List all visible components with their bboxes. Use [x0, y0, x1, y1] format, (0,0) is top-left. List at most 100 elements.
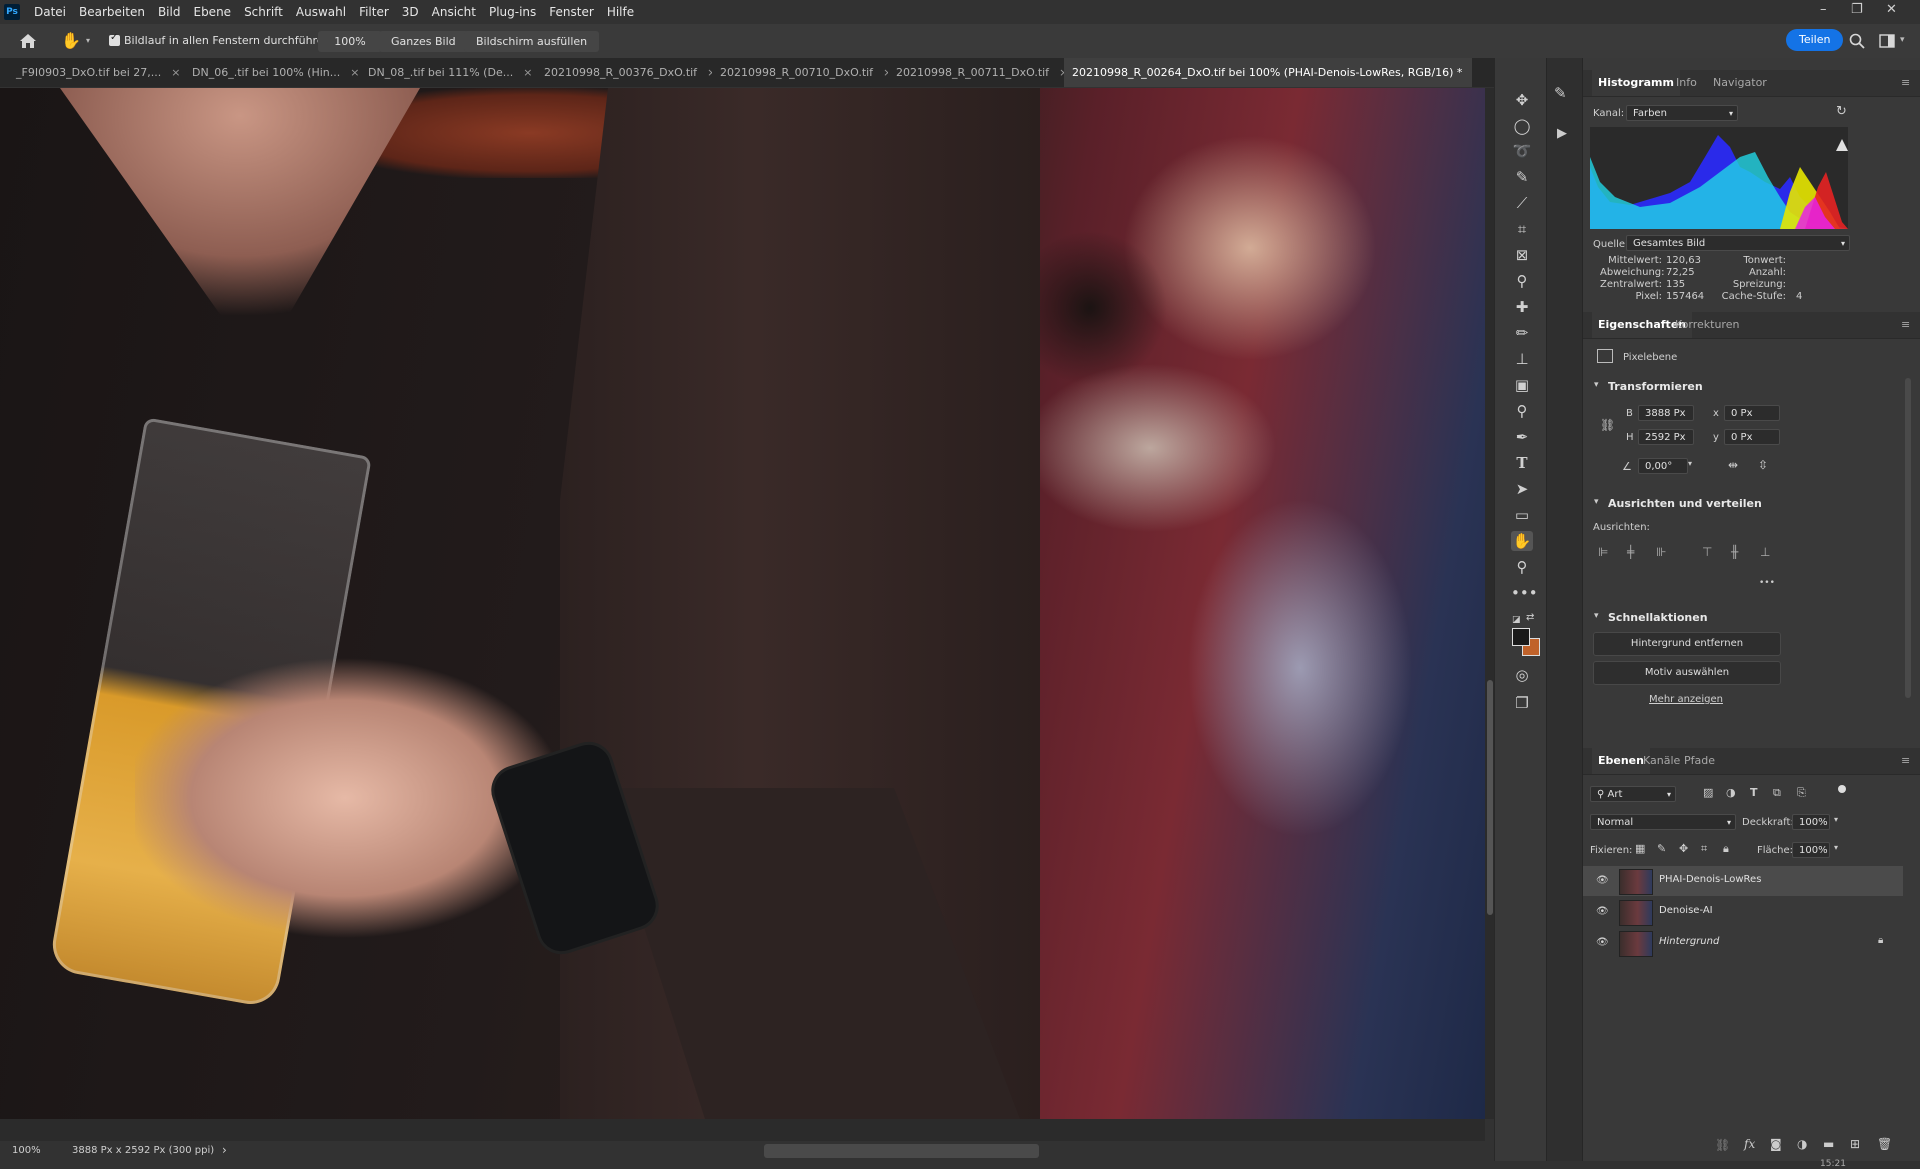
new-group-icon[interactable]: ▬ — [1823, 1137, 1834, 1151]
type-tool-icon[interactable]: T — [1511, 453, 1533, 473]
tab-korrekturen[interactable]: Korrekturen — [1675, 312, 1739, 338]
ellipse-marquee-tool-icon[interactable]: ◯ — [1511, 116, 1533, 136]
tab-document-6[interactable]: 20210998_R_00711_DxO.tif × — [888, 58, 1064, 87]
frame-tool-icon[interactable]: ⊠ — [1511, 245, 1533, 265]
foreground-color-swatch[interactable] — [1512, 628, 1530, 646]
panel-menu-icon[interactable]: ≡ — [1901, 748, 1910, 774]
restore-button[interactable]: ❐ — [1851, 2, 1863, 17]
opacity-field[interactable]: 100% — [1792, 814, 1830, 830]
filter-adjustment-icon[interactable]: ◑ — [1726, 786, 1736, 799]
menu-fenster[interactable]: Fenster — [549, 5, 594, 19]
brush-tool-icon[interactable]: ✏ — [1511, 323, 1533, 343]
lock-artboard-icon[interactable]: ⌗ — [1701, 842, 1707, 856]
screen-mode-icon[interactable]: ❐ — [1511, 693, 1533, 713]
horizontal-scrollbar[interactable] — [0, 1119, 1485, 1141]
align-center-h-icon[interactable]: ╪ — [1627, 545, 1634, 559]
menu-auswahl[interactable]: Auswahl — [296, 5, 346, 19]
lock-all-icon[interactable]: 🔒︎ — [1723, 842, 1729, 856]
close-tab-icon[interactable]: × — [171, 66, 180, 79]
menu-3d[interactable]: 3D — [402, 5, 419, 19]
width-field[interactable]: 3888 Px — [1638, 405, 1694, 421]
show-more-link[interactable]: Mehr anzeigen — [1593, 694, 1779, 705]
tab-ebenen[interactable]: Ebenen — [1592, 748, 1650, 774]
quick-mask-icon[interactable]: ◎ — [1511, 665, 1533, 685]
workspace-chevron-icon[interactable]: ▾ — [1900, 35, 1905, 45]
menu-ansicht[interactable]: Ansicht — [432, 5, 476, 19]
tab-document-active[interactable]: 20210998_R_00264_DxO.tif bei 100% (PHAI-… — [1064, 58, 1472, 87]
tab-document-4[interactable]: 20210998_R_00376_DxO.tif × — [536, 58, 712, 87]
delete-layer-icon[interactable]: 🗑︎ — [1877, 1137, 1892, 1151]
tab-document-1[interactable]: _F9I0903_DxO.tif bei 27,... × — [8, 58, 184, 87]
layer-row[interactable]: 👁︎ Denoise-AI — [1583, 897, 1903, 927]
panel-menu-icon[interactable]: ≡ — [1901, 70, 1910, 96]
blend-mode-select[interactable]: Normal ▾ — [1590, 814, 1736, 830]
zoom-tool-icon[interactable]: ⚲ — [1511, 557, 1533, 577]
tab-navigator[interactable]: Navigator — [1713, 70, 1767, 96]
clone-stamp-tool-icon[interactable]: ⊥ — [1511, 349, 1533, 369]
align-top-icon[interactable]: ⊤ — [1702, 545, 1712, 559]
filter-pixel-icon[interactable]: ▨ — [1703, 786, 1713, 799]
x-field[interactable]: 0 Px — [1724, 405, 1780, 421]
lock-position-icon[interactable]: ✥ — [1679, 842, 1688, 855]
crop-tool-icon[interactable]: ⌗ — [1511, 219, 1533, 239]
transform-section-title[interactable]: Transformieren — [1608, 380, 1703, 393]
filter-type-icon[interactable]: T — [1750, 786, 1758, 799]
pen-tool-icon[interactable]: ✒ — [1511, 427, 1533, 447]
visibility-eye-icon[interactable]: 👁︎ — [1596, 875, 1610, 887]
refresh-histogram-icon[interactable]: ↻ — [1836, 104, 1847, 119]
filter-smart-object-icon[interactable]: ⎘ — [1797, 786, 1806, 800]
flip-horizontal-icon[interactable]: ⇹ — [1728, 458, 1738, 472]
chevron-down-icon[interactable]: ▾ — [1594, 497, 1599, 507]
search-icon[interactable] — [1849, 33, 1865, 49]
align-section-title[interactable]: Ausrichten und verteilen — [1608, 497, 1762, 510]
lasso-tool-icon[interactable]: ➰ — [1511, 141, 1533, 161]
vertical-scroll-thumb[interactable] — [1487, 680, 1493, 915]
link-icon[interactable]: ⛓ — [1600, 418, 1615, 432]
fit-screen-button[interactable]: Ganzes Bild — [379, 31, 468, 52]
tab-info[interactable]: Info — [1676, 70, 1697, 96]
properties-scroll-thumb[interactable] — [1905, 378, 1911, 698]
layer-filter-select[interactable]: ⚲ Art ▾ — [1590, 786, 1676, 802]
height-field[interactable]: 2592 Px — [1638, 429, 1694, 445]
close-tab-icon[interactable]: × — [350, 66, 359, 79]
new-layer-icon[interactable]: ⊞ — [1850, 1137, 1860, 1151]
menu-datei[interactable]: Datei — [34, 5, 66, 19]
panel-menu-icon[interactable]: ≡ — [1901, 312, 1910, 338]
menu-bearbeiten[interactable]: Bearbeiten — [79, 5, 145, 19]
gradient-tool-icon[interactable]: ▣ — [1511, 375, 1533, 395]
document-canvas[interactable] — [0, 88, 1485, 1119]
menu-hilfe[interactable]: Hilfe — [607, 5, 634, 19]
align-bottom-icon[interactable]: ⊥ — [1760, 545, 1770, 559]
tab-histogramm[interactable]: Histogramm — [1592, 70, 1680, 96]
channel-select[interactable]: Farben ▾ — [1626, 105, 1738, 121]
align-left-icon[interactable]: ⊫ — [1598, 545, 1608, 559]
filter-shape-icon[interactable]: ⧉ — [1773, 786, 1781, 800]
fill-field[interactable]: 100% — [1792, 842, 1830, 858]
share-button[interactable]: Teilen — [1786, 29, 1844, 51]
home-icon[interactable] — [18, 32, 38, 50]
y-field[interactable]: 0 Px — [1724, 429, 1780, 445]
default-colors-icon[interactable]: ◪ — [1512, 615, 1521, 625]
source-select[interactable]: Gesamtes Bild ▾ — [1626, 235, 1850, 251]
adjustment-layer-icon[interactable]: ◑ — [1797, 1137, 1807, 1151]
actions-play-icon[interactable]: ▶ — [1557, 126, 1567, 141]
visibility-eye-icon[interactable]: 👁︎ — [1596, 906, 1610, 918]
tab-pfade[interactable]: Pfade — [1684, 748, 1715, 774]
hand-tool-icon[interactable]: ✋ — [1511, 531, 1533, 551]
lock-transparent-icon[interactable]: ▦ — [1635, 842, 1645, 855]
move-tool-icon[interactable]: ✥ — [1511, 90, 1533, 110]
chevron-down-icon[interactable]: ▾ — [1834, 843, 1838, 852]
tab-document-5[interactable]: 20210998_R_00710_DxO.tif × — [712, 58, 888, 87]
tab-kanaele[interactable]: Kanäle — [1643, 748, 1680, 774]
menu-plugins[interactable]: Plug-ins — [489, 5, 536, 19]
eyedropper-tool-icon[interactable]: ⚲ — [1511, 271, 1533, 291]
fill-screen-button[interactable]: Bildschirm ausfüllen — [464, 31, 600, 52]
zoom-value-button[interactable]: 100% — [318, 31, 382, 52]
layer-style-fx-icon[interactable]: fx — [1744, 1137, 1755, 1151]
chevron-down-icon[interactable]: ▾ — [1834, 815, 1838, 824]
layer-lock-icon[interactable]: 🔒︎ — [1878, 935, 1883, 946]
layer-row[interactable]: 👁︎ PHAI-Denois-LowRes — [1583, 866, 1903, 896]
minimize-button[interactable]: – — [1820, 2, 1827, 17]
align-right-icon[interactable]: ⊪ — [1656, 545, 1666, 559]
menu-filter[interactable]: Filter — [359, 5, 389, 19]
